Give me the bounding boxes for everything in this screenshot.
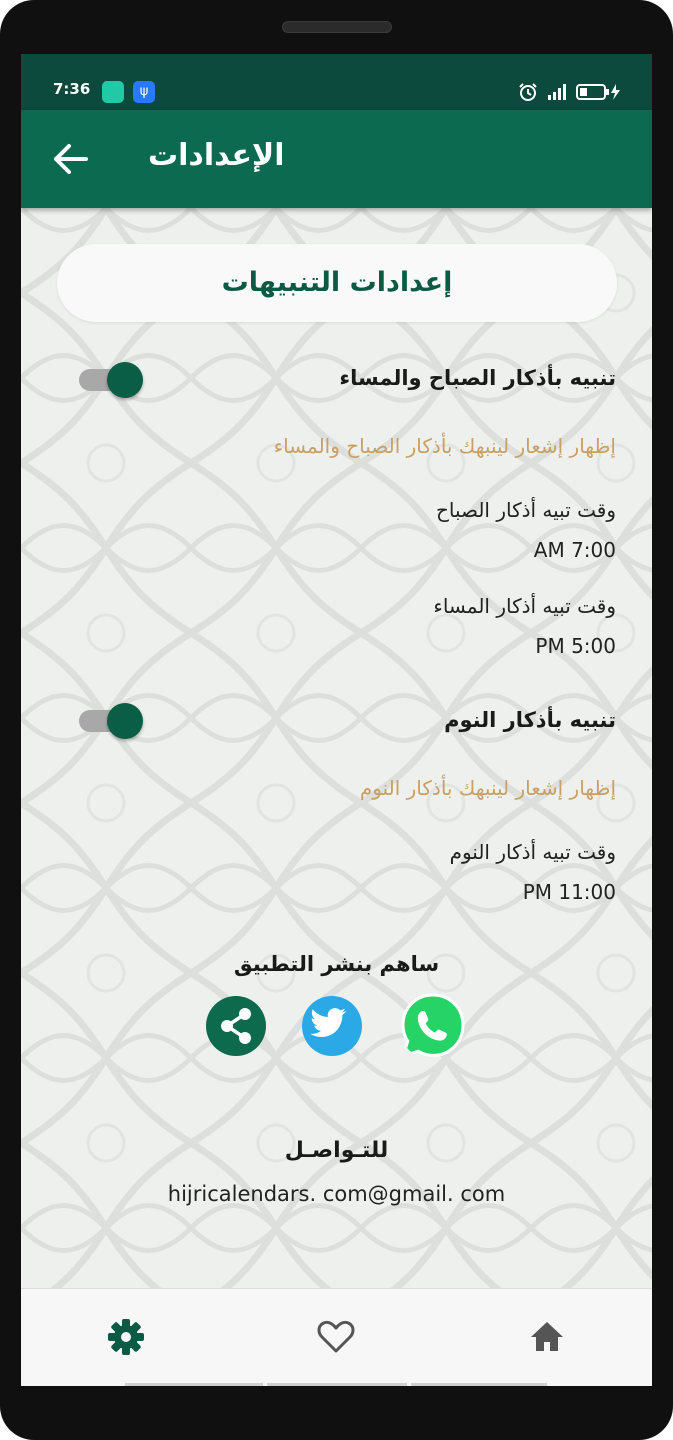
nav-divider (267, 1383, 407, 1386)
evening-time-value[interactable]: PM 5:00 (535, 634, 616, 658)
morning-evening-toggle[interactable] (79, 362, 143, 398)
sleep-toggle[interactable] (79, 703, 143, 739)
section-title: إعدادات التنبيهات (221, 267, 453, 298)
status-bar: 7:36 ψ (21, 54, 652, 110)
toggle-thumb (107, 362, 143, 398)
app-notification-icon (102, 81, 124, 103)
home-icon[interactable] (527, 1317, 567, 1357)
nav-divider (411, 1383, 547, 1386)
heart-icon[interactable] (316, 1317, 356, 1357)
section-header-card: إعدادات التنبيهات (57, 244, 617, 322)
bottom-navigation (21, 1288, 652, 1386)
status-time: 7:36 (53, 80, 91, 98)
alarm-icon (519, 83, 537, 101)
share-label: ساهم بنشر التطبيق (233, 952, 440, 976)
evening-time-label[interactable]: وقت تبيه أذكار المساء (433, 594, 616, 618)
twitter-icon[interactable] (301, 995, 363, 1057)
battery-icon (576, 84, 620, 100)
morning-time-label[interactable]: وقت تبيه أذكار الصباح (436, 498, 616, 522)
app-bar: الإعدادات (21, 110, 652, 208)
morning-time-value[interactable]: AM 7:00 (534, 538, 616, 562)
sleep-time-label[interactable]: وقت تبيه أذكار النوم (450, 840, 616, 864)
settings-content: إعدادات التنبيهات تنبيه بأذكار الصباح وا… (21, 208, 652, 1288)
morning-evening-alert-description: إظهار إشعار لينبهك بأذكار الصباح والمساء (273, 434, 616, 458)
phone-speaker (282, 21, 392, 33)
usb-icon: ψ (133, 81, 155, 103)
back-arrow-icon[interactable] (53, 143, 89, 175)
phone-frame: 7:36 ψ الإعدادات إعدادات التنبيهات تنبيه… (0, 0, 673, 1440)
sleep-alert-description: إظهار إشعار لينبهك بأذكار النوم (359, 776, 616, 800)
sleep-time-value[interactable]: PM 11:00 (523, 880, 616, 904)
morning-evening-alert-title: تنبيه بأذكار الصباح والمساء (339, 366, 616, 390)
toggle-thumb (107, 703, 143, 739)
status-icons (518, 82, 622, 102)
signal-icon (548, 84, 566, 100)
sleep-alert-title: تنبيه بأذكار النوم (444, 708, 616, 732)
contact-email[interactable]: hijricalendars. com@gmail. com (21, 1182, 652, 1206)
screen: 7:36 ψ الإعدادات إعدادات التنبيهات تنبيه… (21, 54, 652, 1386)
whatsapp-icon[interactable] (399, 992, 467, 1060)
contact-label: للتـواصـل (284, 1138, 389, 1163)
settings-icon[interactable] (106, 1317, 146, 1357)
page-title: الإعدادات (148, 138, 285, 173)
nav-divider (125, 1383, 263, 1386)
share-icon[interactable] (205, 995, 267, 1057)
